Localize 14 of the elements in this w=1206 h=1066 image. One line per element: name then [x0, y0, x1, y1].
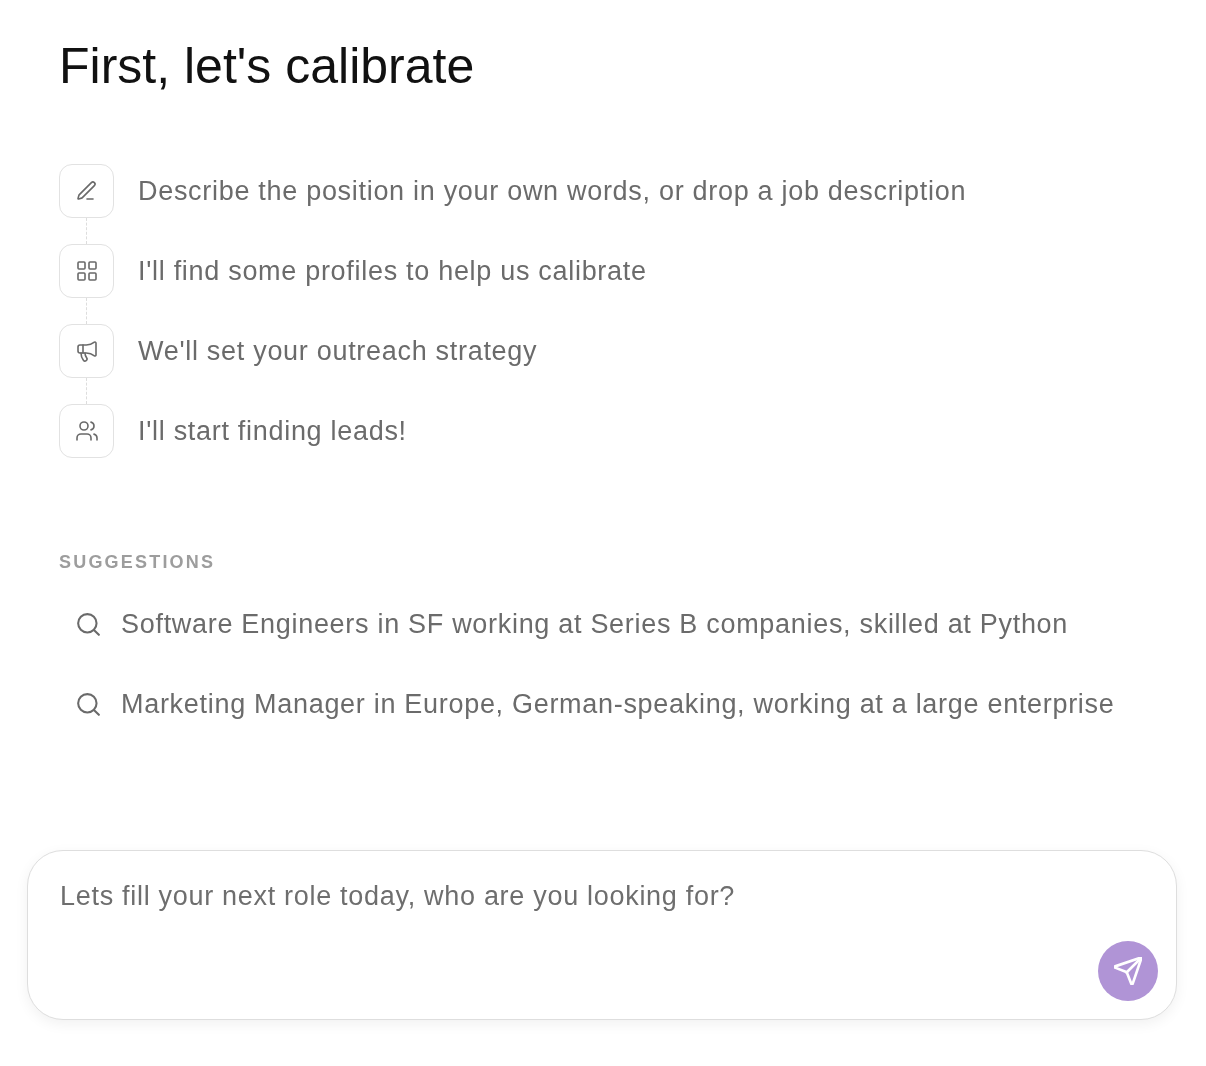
- search-icon: [77, 612, 100, 636]
- page-title: First, let's calibrate: [59, 37, 475, 96]
- search-icon: [77, 692, 100, 716]
- suggestion-button[interactable]: Marketing Manager in Europe, German-speaking, working at a large enterprise: [59, 676, 1125, 732]
- send-icon: [1114, 957, 1142, 985]
- chat-input-box[interactable]: Lets fill your next role today, who are you looking for?: [27, 850, 1177, 1020]
- step-text: I'll start finding leads!: [138, 415, 407, 448]
- suggestions-heading: SUGGESTIONS: [59, 551, 216, 573]
- send-button[interactable]: [1098, 941, 1158, 1001]
- step-text: Describe the position in your own words, or drop a job description: [138, 175, 967, 208]
- step-text: We'll set your outreach strategy: [138, 335, 538, 368]
- message-field[interactable]: Lets fill your next role today, who are you looking for?: [60, 879, 1086, 969]
- suggestion-button[interactable]: Software Engineers in SF working at Series B companies, skilled at Python: [59, 596, 1079, 652]
- step-text: I'll find some profiles to help us calibrate: [138, 255, 647, 288]
